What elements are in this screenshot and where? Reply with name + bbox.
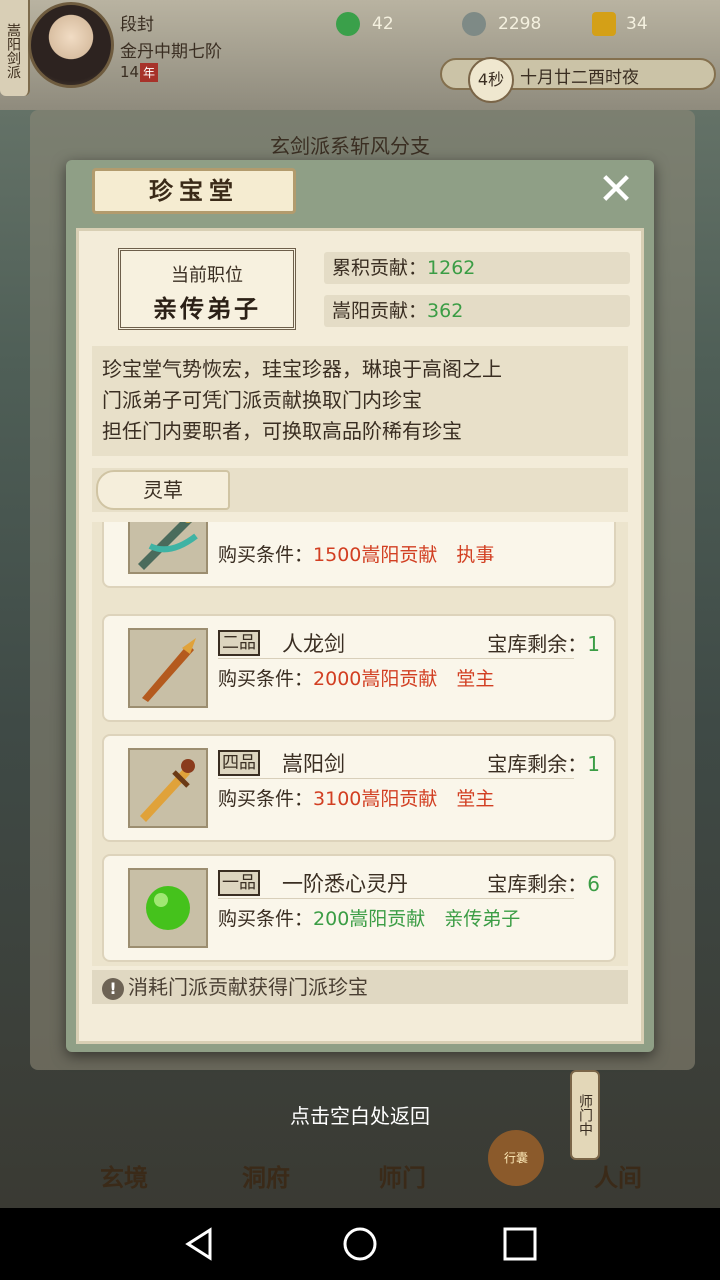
condition-label: 购买条件： xyxy=(218,788,314,810)
position-box: 当前职位 亲传弟子 xyxy=(118,248,296,330)
gold-count: 34 xyxy=(626,14,648,34)
songyang-contribution: 嵩阳贡献：362 xyxy=(324,295,630,327)
divider xyxy=(218,658,574,659)
category-tab-row: 灵草 xyxy=(92,468,628,512)
description-line: 担任门内要职者，可换取高品阶稀有珍宝 xyxy=(102,419,462,443)
grade-badge: 四品 xyxy=(218,750,260,776)
description-box: 珍宝堂气势恢宏，珪宝珍器，琳琅于高阁之上 门派弟子可凭门派贡献换取门内珍宝 担任… xyxy=(92,346,628,456)
bag-button[interactable]: 行囊 xyxy=(488,1130,544,1186)
purchase-condition: 购买条件：3100嵩阳贡献 堂主 xyxy=(218,784,494,811)
tip-text: 消耗门派贡献获得门派珍宝 xyxy=(128,975,368,999)
coin-icon xyxy=(462,12,486,36)
sect-banner[interactable]: 嵩阳剑派 xyxy=(0,0,30,96)
condition-label: 购买条件： xyxy=(218,544,314,566)
condition-rank: 执事 xyxy=(456,544,495,566)
description-line: 珍宝堂气势恢宏，珪宝珍器，琳琅于高阁之上 xyxy=(102,357,502,381)
grade-badge: 一品 xyxy=(218,870,260,896)
game-date: 十月廿二酉时夜 xyxy=(520,68,639,88)
bottom-nav: 玄境 洞府 师门 人间 xyxy=(0,1110,720,1208)
player-age: 14 xyxy=(120,63,140,81)
stock-label: 宝库剩余： xyxy=(487,752,588,776)
background-branch-title: 玄剑派系斩风分支 xyxy=(270,134,430,158)
condition-rank: 堂主 xyxy=(456,788,495,810)
accumulated-value: 1262 xyxy=(427,257,476,279)
jade-sword-icon xyxy=(128,522,208,574)
exclamation-icon: ! xyxy=(102,977,124,1000)
condition-cost: 200嵩阳贡献 xyxy=(313,908,426,930)
condition-cost: 2000嵩阳贡献 xyxy=(313,668,438,690)
list-item[interactable]: 二品 人龙剑 宝库剩余：1 购买条件：2000嵩阳贡献 堂主 xyxy=(102,614,616,722)
tab-herbs[interactable]: 灵草 xyxy=(96,470,230,510)
sect-center-button[interactable]: 师门中 xyxy=(570,1070,600,1160)
back-icon[interactable] xyxy=(180,1226,220,1262)
home-icon[interactable] xyxy=(340,1226,380,1262)
stock-remaining: 宝库剩余：6 xyxy=(487,868,600,897)
player-name: 段封 xyxy=(120,15,154,35)
position-label: 当前职位 xyxy=(171,265,243,286)
condition-cost: 1500嵩阳贡献 xyxy=(313,544,438,566)
condition-rank: 堂主 xyxy=(456,668,495,690)
accumulated-label: 累积贡献： xyxy=(332,257,428,279)
stock-value: 1 xyxy=(587,632,600,656)
item-name: 一阶悉心灵丹 xyxy=(282,872,408,896)
green-pill-icon xyxy=(128,868,208,948)
stock-label: 宝库剩余： xyxy=(487,632,588,656)
purchase-condition: 购买条件：2000嵩阳贡献 堂主 xyxy=(218,664,494,691)
gold-ingot-icon xyxy=(592,12,616,36)
condition-cost: 3100嵩阳贡献 xyxy=(313,788,438,810)
jade-icon xyxy=(336,12,360,36)
songyang-label: 嵩阳贡献： xyxy=(332,300,428,322)
stock-value: 1 xyxy=(587,752,600,776)
player-avatar[interactable] xyxy=(28,2,114,88)
purchase-condition: 购买条件：200嵩阳贡献 亲传弟子 xyxy=(218,904,520,931)
stock-remaining: 宝库剩余：1 xyxy=(487,748,600,777)
purchase-condition: 购买条件：1500嵩阳贡献 执事 xyxy=(218,540,494,567)
accumulated-contribution: 累积贡献：1262 xyxy=(324,252,630,284)
stock-value: 6 xyxy=(587,872,600,896)
player-realm: 金丹中期七阶 xyxy=(120,42,222,62)
tip-bar: ! 消耗门派贡献获得门派珍宝 xyxy=(92,970,628,1004)
condition-rank: 亲传弟子 xyxy=(444,908,521,930)
divider xyxy=(218,898,574,899)
nav-xuanjing[interactable]: 玄境 xyxy=(100,1158,148,1193)
dragon-sword-icon xyxy=(128,628,208,708)
list-item[interactable]: 四品 嵩阳剑 宝库剩余：1 购买条件：3100嵩阳贡献 堂主 xyxy=(102,734,616,842)
golden-sword-icon xyxy=(128,748,208,828)
nav-shimen[interactable]: 师门 xyxy=(378,1158,426,1193)
nav-renjian[interactable]: 人间 xyxy=(594,1158,642,1193)
songyang-value: 362 xyxy=(427,300,464,322)
treasure-list[interactable]: 购买条件：1500嵩阳贡献 执事 二品 人龙剑 宝库剩余：1 购买条件：2000… xyxy=(92,522,628,966)
nav-dongfu[interactable]: 洞府 xyxy=(242,1158,290,1193)
position-value: 亲传弟子 xyxy=(153,294,261,323)
close-button[interactable]: ✕ xyxy=(594,168,638,212)
item-name: 人龙剑 xyxy=(282,632,345,656)
treasure-hall-dialog: 珍宝堂 ✕ 当前职位 亲传弟子 累积贡献：1262 嵩阳贡献：362 珍宝堂气势… xyxy=(66,160,654,1052)
age-badge: 年 xyxy=(140,63,159,82)
stock-remaining: 宝库剩余：1 xyxy=(487,628,600,657)
condition-label: 购买条件： xyxy=(218,668,314,690)
grade-badge: 二品 xyxy=(218,630,260,656)
list-item[interactable]: 购买条件：1500嵩阳贡献 执事 xyxy=(102,522,616,588)
divider xyxy=(218,778,574,779)
recents-icon[interactable] xyxy=(500,1226,540,1262)
item-name: 嵩阳剑 xyxy=(282,752,345,776)
coin-count: 2298 xyxy=(498,14,542,34)
jade-count: 42 xyxy=(372,14,394,34)
list-item[interactable]: 一品 一阶悉心灵丹 宝库剩余：6 购买条件：200嵩阳贡献 亲传弟子 xyxy=(102,854,616,962)
countdown-badge: 4秒 xyxy=(468,57,514,103)
system-nav-bar xyxy=(0,1208,720,1280)
dialog-title: 珍宝堂 xyxy=(92,168,296,214)
stock-label: 宝库剩余： xyxy=(487,872,588,896)
condition-label: 购买条件： xyxy=(218,908,314,930)
description-line: 门派弟子可凭门派贡献换取门内珍宝 xyxy=(102,388,422,412)
